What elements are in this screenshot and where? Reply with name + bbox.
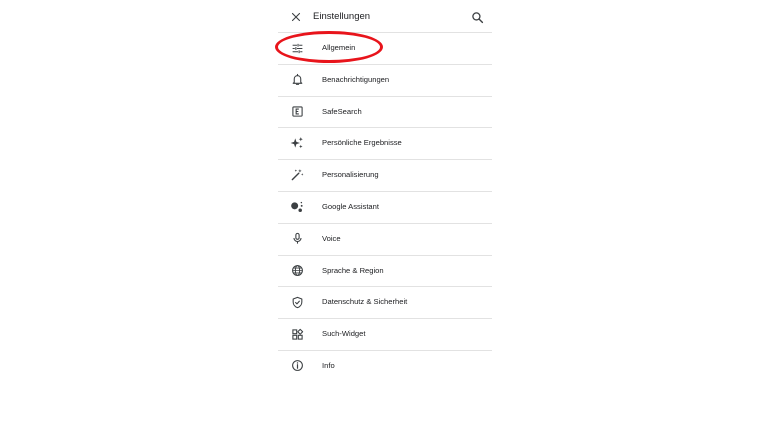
- shield-icon: [290, 295, 304, 309]
- menu-item-sprache-region[interactable]: Sprache & Region: [278, 256, 492, 288]
- search-icon: [471, 11, 483, 23]
- magic-wand-icon: [290, 168, 304, 182]
- menu-item-label: Sprache & Region: [322, 265, 384, 275]
- search-button[interactable]: [469, 9, 485, 25]
- menu-item-label: Persönliche Ergebnisse: [322, 138, 402, 148]
- menu-item-datenschutz-sicherheit[interactable]: Datenschutz & Sicherheit: [278, 287, 492, 320]
- menu-item-label: Datenschutz & Sicherheit: [322, 297, 408, 307]
- menu-item-label: SafeSearch: [322, 106, 362, 116]
- menu-item-label: Such-Widget: [322, 329, 366, 339]
- menu-item-safesearch[interactable]: SafeSearch: [278, 97, 492, 129]
- settings-menu: Allgemein Benachrichtigungen SafeSearch …: [278, 33, 492, 383]
- globe-icon: [290, 264, 304, 278]
- menu-item-voice[interactable]: Voice: [278, 224, 492, 256]
- close-icon: [291, 12, 301, 22]
- explicit-icon: [290, 105, 304, 119]
- menu-item-personalisierung[interactable]: Personalisierung: [278, 160, 492, 192]
- close-button[interactable]: [288, 9, 304, 25]
- settings-panel: Einstellungen Allgemein Benachrichtigung…: [278, 0, 492, 432]
- menu-item-allgemein[interactable]: Allgemein: [278, 33, 492, 65]
- bell-icon: [290, 73, 304, 87]
- menu-item-benachrichtigungen[interactable]: Benachrichtigungen: [278, 65, 492, 97]
- menu-item-label: Personalisierung: [322, 170, 379, 180]
- mic-icon: [290, 232, 304, 246]
- page-title: Einstellungen: [313, 11, 371, 22]
- menu-item-label: Info: [322, 360, 335, 370]
- menu-item-label: Allgemein: [322, 43, 356, 52]
- menu-item-such-widget[interactable]: Such-Widget: [278, 319, 492, 351]
- widgets-icon: [290, 327, 304, 341]
- menu-item-google-assistant[interactable]: Google Assistant: [278, 192, 492, 224]
- info-icon: [290, 359, 304, 373]
- menu-item-label: Google Assistant: [322, 201, 379, 211]
- menu-item-label: Benachrichtigungen: [322, 74, 390, 84]
- assistant-icon: [290, 200, 304, 214]
- screen: Einstellungen Allgemein Benachrichtigung…: [0, 0, 768, 432]
- menu-item-info[interactable]: Info: [278, 351, 492, 383]
- app-bar: Einstellungen: [278, 0, 492, 33]
- sparkle-icon: [290, 136, 304, 150]
- menu-item-label: Voice: [322, 233, 341, 243]
- tune-icon: [290, 41, 304, 55]
- menu-item-persoenliche-ergebnisse[interactable]: Persönliche Ergebnisse: [278, 128, 492, 161]
